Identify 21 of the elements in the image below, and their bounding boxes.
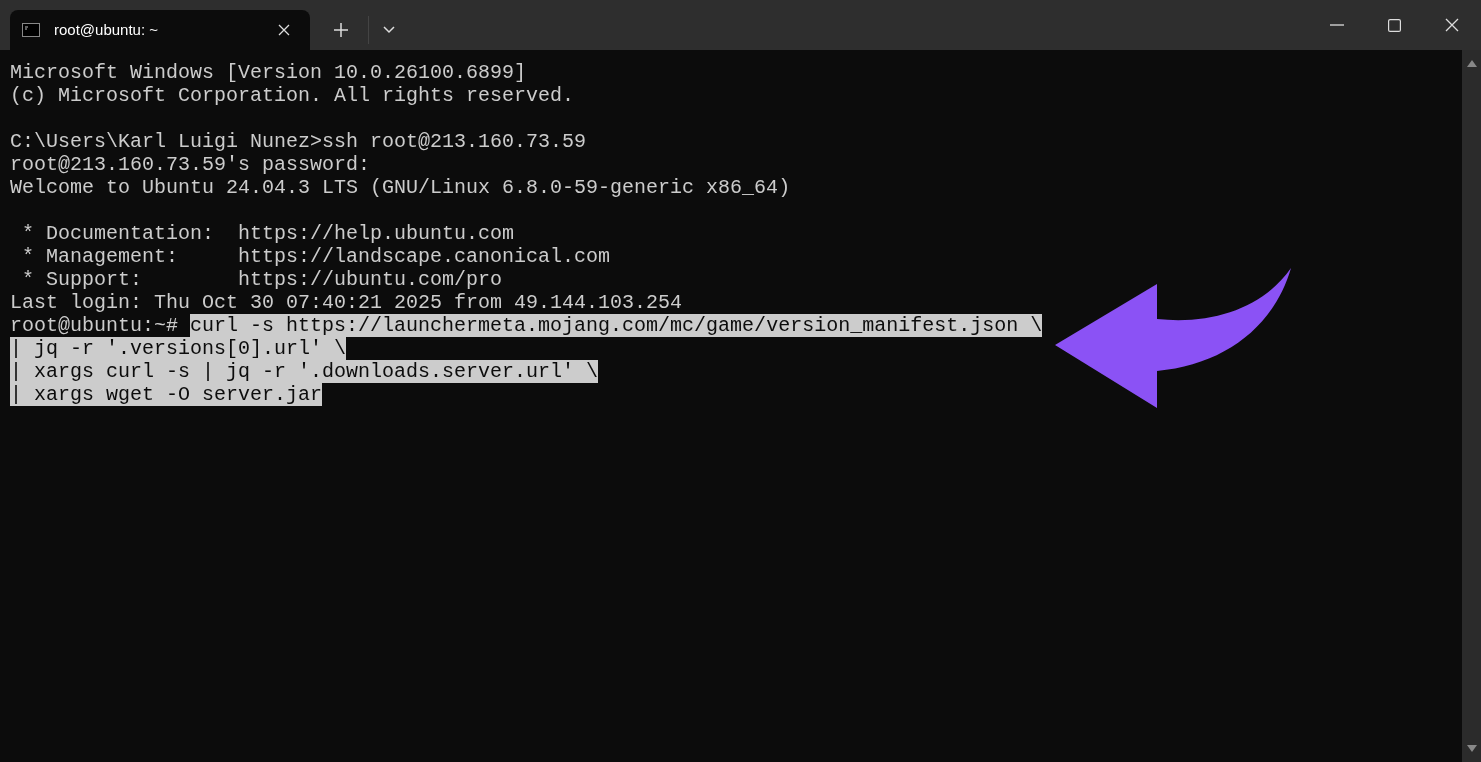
terminal-line: Welcome to Ubuntu 24.04.3 LTS (GNU/Linux 6.8.0-59-generic x86_64)	[10, 176, 791, 199]
terminal-line: * Management: https://landscape.canonical.com	[21, 245, 611, 268]
terminal-line: (c) Microsoft Corporation. All rights reserved.	[10, 84, 575, 107]
terminal-line: Last login: Thu Oct 30 07:40:21 2025 from 49.144.103.254	[10, 291, 683, 314]
terminal-line: Microsoft Windows [Version 10.0.26100.6899]	[10, 61, 527, 84]
close-tab-icon[interactable]	[278, 24, 290, 36]
tab-title: root@ubuntu: ~	[54, 19, 160, 40]
terminal-line: * Documentation: https://help.ubuntu.com	[21, 222, 515, 245]
terminal-line: * Support: https://ubuntu.com/pro	[21, 268, 503, 291]
maximize-icon[interactable]	[1388, 18, 1401, 32]
scrollbar[interactable]	[1462, 50, 1481, 762]
shell-prompt: root@ubuntu:~#	[10, 314, 180, 337]
terminal-icon	[22, 23, 40, 37]
terminal-tab[interactable]: root@ubuntu: ~	[10, 10, 310, 50]
new-tab-icon[interactable]	[334, 23, 348, 37]
scroll-up-icon[interactable]	[1466, 60, 1477, 67]
dropdown-icon[interactable]	[383, 26, 395, 34]
terminal-line: root@213.160.73.59's password:	[10, 153, 371, 176]
terminal-line: C:\Users\Karl Luigi Nunez>ssh root@213.160.73.59	[10, 130, 587, 153]
close-icon[interactable]	[1445, 18, 1459, 32]
scroll-down-icon[interactable]	[1466, 745, 1477, 752]
